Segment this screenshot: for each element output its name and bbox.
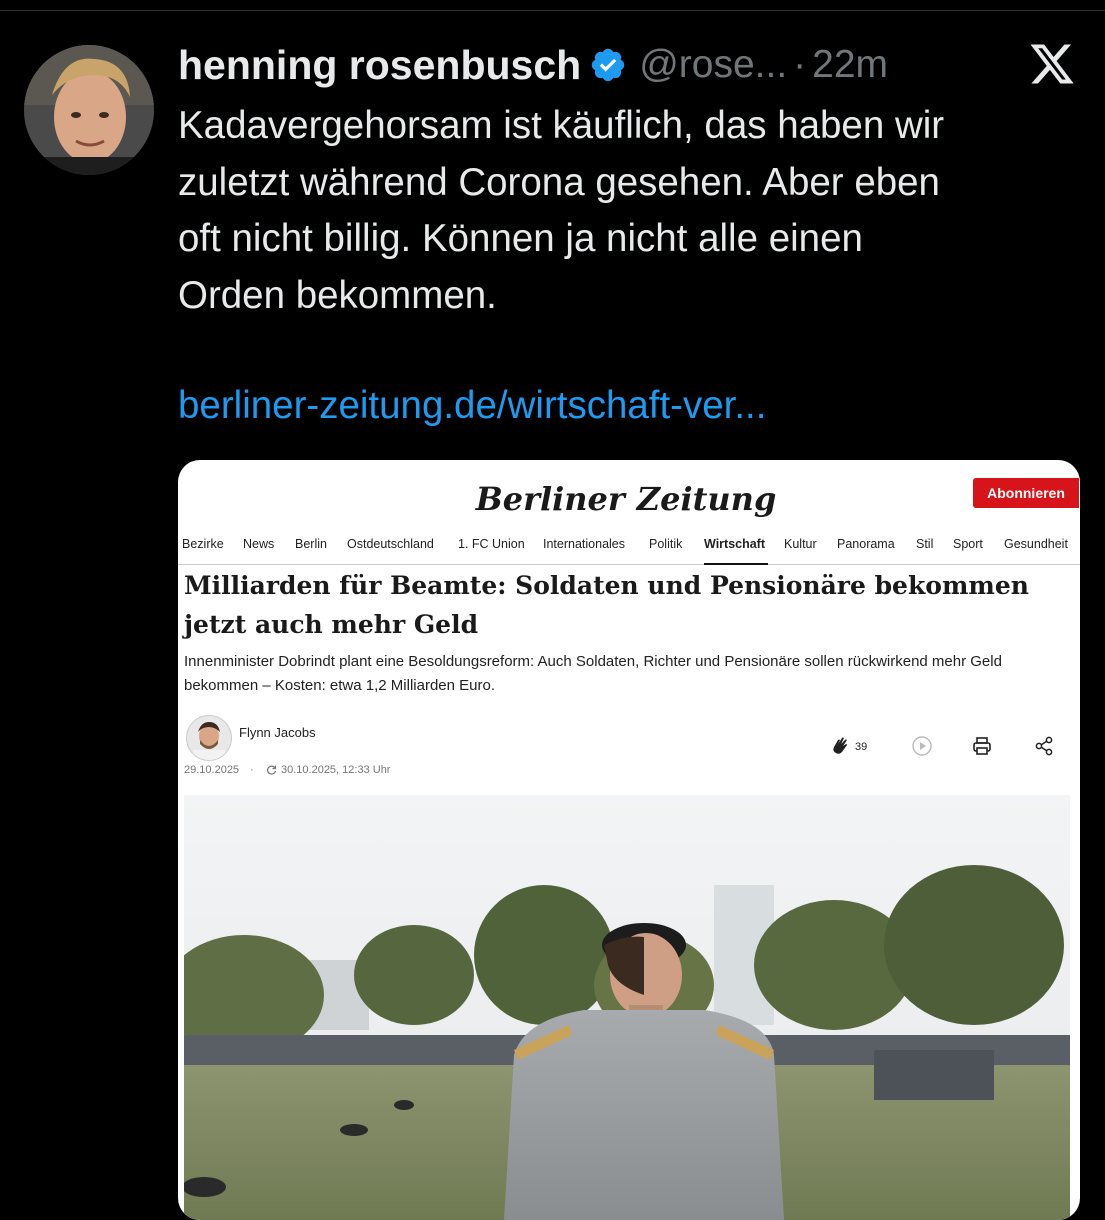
clap-button[interactable] xyxy=(820,726,860,766)
verified-badge-icon xyxy=(591,48,625,82)
logo-text-zeitung: Zeitung xyxy=(636,480,777,518)
nav-item-stil[interactable]: Stil xyxy=(916,537,933,551)
play-audio-button[interactable] xyxy=(902,726,942,766)
print-button[interactable] xyxy=(962,726,1002,766)
nav-item-gesundheit[interactable]: Gesundheit xyxy=(1004,537,1068,551)
berliner-zeitung-logo: Berliner Zeitung xyxy=(476,474,777,524)
updated-date: 30.10.2025, 12:33 Uhr xyxy=(281,764,391,776)
nav-item-bezirke[interactable]: Bezirke xyxy=(182,537,224,551)
tweet-link[interactable]: berliner-zeitung.de/wirtschaft-ver... xyxy=(178,384,766,428)
timestamp[interactable]: 22m xyxy=(812,43,888,87)
clap-icon xyxy=(833,737,847,754)
separator-dot: · xyxy=(793,43,807,86)
tweet-header: henning rosenbusch @rose... · 22m xyxy=(178,40,888,90)
refresh-icon xyxy=(267,765,277,775)
handle[interactable]: @rose... xyxy=(639,43,787,87)
nav-item-fc-union[interactable]: 1. FC Union xyxy=(458,537,525,551)
nav-item-news[interactable]: News xyxy=(243,537,274,551)
print-icon xyxy=(973,737,991,755)
logo-text-berliner: Berliner xyxy=(475,480,625,518)
active-nav-underline xyxy=(704,563,768,565)
nav-item-sport[interactable]: Sport xyxy=(953,537,983,551)
nav-item-wirtschaft[interactable]: Wirtschaft xyxy=(704,537,765,551)
display-name[interactable]: henning rosenbusch xyxy=(178,42,581,89)
published-date: 29.10.2025 xyxy=(184,764,240,776)
article-hero-image[interactable] xyxy=(184,795,1070,1220)
article-headline[interactable]: Milliarden für Beamte: Soldaten und Pens… xyxy=(184,566,1064,644)
tweet-text: Kadavergehorsam ist käuflich, das haben … xyxy=(178,104,945,317)
nav-item-berlin[interactable]: Berlin xyxy=(295,537,327,551)
subscribe-button[interactable]: Abonnieren xyxy=(973,478,1079,508)
nav-item-ostdeutschland[interactable]: Ostdeutschland xyxy=(347,537,434,551)
article-author-avatar[interactable] xyxy=(186,715,232,761)
link-preview-card[interactable]: Berliner Zeitung Abonnieren Bezirke News… xyxy=(178,460,1080,1220)
top-divider xyxy=(0,10,1105,11)
x-logo-icon[interactable] xyxy=(1028,40,1076,88)
nav-item-politik[interactable]: Politik xyxy=(649,537,682,551)
play-icon xyxy=(912,736,932,756)
nav-item-internationales[interactable]: Internationales xyxy=(543,537,625,551)
nav-item-kultur[interactable]: Kultur xyxy=(784,537,817,551)
nav-item-panorama[interactable]: Panorama xyxy=(837,537,895,551)
date-separator: · xyxy=(250,764,254,776)
clap-count: 39 xyxy=(855,741,868,753)
article-author-name[interactable]: Flynn Jacobs xyxy=(239,725,316,740)
share-button[interactable] xyxy=(1024,726,1064,766)
author-avatar[interactable] xyxy=(24,45,154,175)
site-nav: Bezirke News Berlin Ostdeutschland 1. FC… xyxy=(178,534,1080,565)
article-lead: Innenminister Dobrindt plant eine Besold… xyxy=(184,653,1002,694)
share-icon xyxy=(1035,736,1053,756)
